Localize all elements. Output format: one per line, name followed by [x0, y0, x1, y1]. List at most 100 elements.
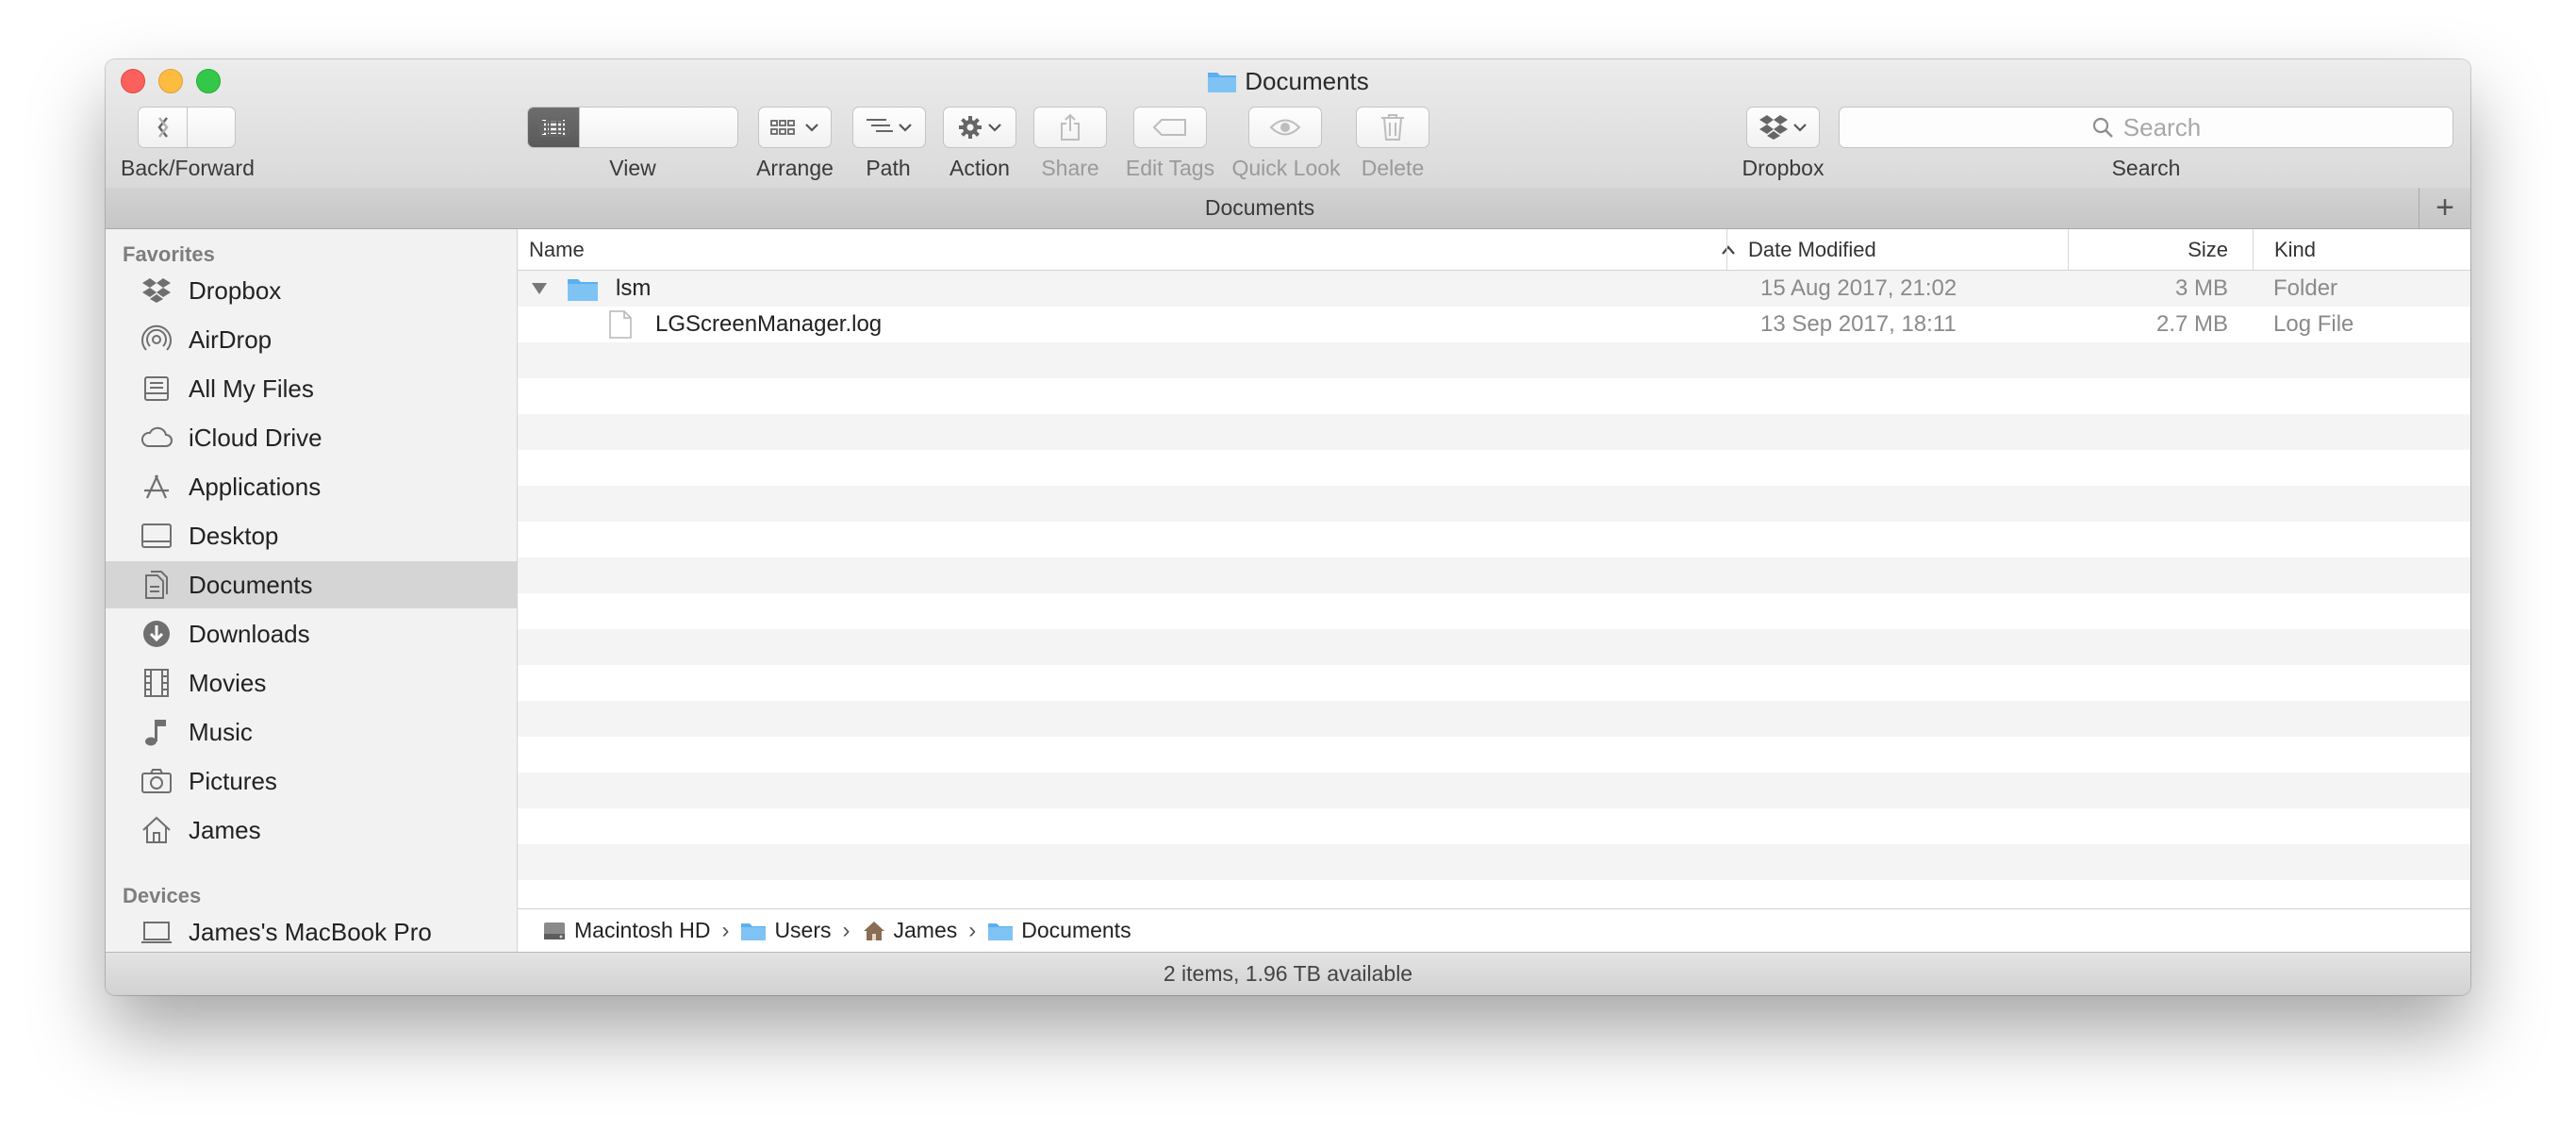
column-header-name-label: Name: [529, 238, 585, 261]
empty-row: [518, 808, 2470, 844]
arrange-grid-icon: [770, 120, 795, 135]
delete-label: Delete: [1361, 156, 1425, 180]
sidebar-item-all-my-files[interactable]: All My Files: [106, 365, 517, 412]
action-button[interactable]: [943, 107, 1016, 148]
tab-documents[interactable]: Documents: [106, 195, 2414, 221]
sidebar-item-label: iCloud Drive: [189, 423, 322, 452]
empty-row: [518, 629, 2470, 665]
quick-look-button[interactable]: [1248, 107, 1322, 148]
file-size: 3 MB: [2174, 275, 2228, 301]
empty-row: [518, 378, 2470, 414]
all-files-icon: [138, 370, 175, 407]
sidebar-item-pictures[interactable]: Pictures: [106, 757, 517, 805]
empty-row: [518, 880, 2470, 908]
path-label: Path: [866, 156, 911, 180]
empty-row: [518, 701, 2470, 737]
tab-bar: Documents +: [106, 188, 2470, 229]
status-text: 2 items, 1.96 TB available: [1163, 961, 1413, 986]
path-item-label: Macintosh HD: [574, 918, 711, 942]
view-control: [527, 107, 738, 148]
edit-tags-button[interactable]: [1133, 107, 1207, 148]
view-label: View: [609, 156, 656, 180]
path-item-label: Documents: [1021, 918, 1131, 942]
delete-button[interactable]: [1356, 107, 1429, 148]
column-header-kind[interactable]: Kind: [2253, 229, 2470, 270]
back-forward-control: [138, 107, 236, 148]
empty-row: [518, 342, 2470, 378]
table-row[interactable]: LGScreenManager.log 13 Sep 2017, 18:11 2…: [518, 307, 2470, 342]
empty-row: [518, 486, 2470, 522]
forward-button[interactable]: [139, 108, 188, 147]
sidebar-item-james[interactable]: James: [106, 806, 517, 854]
path-item-documents[interactable]: Documents: [987, 918, 1131, 943]
chevron-down-icon: [899, 124, 912, 132]
disclosure-triangle-icon[interactable]: [531, 282, 548, 295]
sidebar-item-label: James's MacBook Pro: [189, 917, 432, 946]
document-icon: [608, 310, 633, 345]
tag-icon: [1152, 119, 1186, 136]
hard-drive-icon: [544, 922, 565, 939]
arrange-label: Arrange: [756, 156, 834, 180]
sidebar-item-icloud-drive[interactable]: iCloud Drive: [106, 414, 517, 461]
empty-row: [518, 737, 2470, 773]
sidebar-item-macbook-pro[interactable]: James's MacBook Pro: [106, 908, 517, 952]
sidebar-item-label: Downloads: [189, 619, 310, 648]
sidebar-item-movies[interactable]: Movies: [106, 659, 517, 706]
share-label: Share: [1041, 156, 1099, 180]
sidebar-item-label: Music: [189, 717, 253, 746]
sidebar-item-label: Pictures: [189, 766, 277, 795]
sidebar: Favorites Dropbox AirDrop All My Files i…: [106, 229, 518, 952]
eye-icon: [1269, 119, 1301, 136]
sidebar-item-music[interactable]: Music: [106, 708, 517, 756]
share-button[interactable]: [1033, 107, 1107, 148]
file-kind: Log File: [2273, 311, 2354, 337]
sidebar-item-label: Applications: [189, 472, 322, 501]
column-header-date-modified[interactable]: Date Modified: [1726, 229, 2068, 270]
path-chevron-icon: ›: [968, 917, 977, 943]
path-chevron-icon: ›: [842, 917, 850, 943]
sidebar-item-airdrop[interactable]: AirDrop: [106, 316, 517, 363]
column-header-name[interactable]: Name: [529, 229, 1745, 270]
home-icon: [138, 811, 175, 849]
arrange-button[interactable]: [758, 107, 832, 148]
column-header-row: Name Date Modified Size Kind: [518, 229, 2470, 271]
back-forward-label: Back/Forward: [121, 156, 255, 180]
search-input[interactable]: Search: [1839, 107, 2453, 148]
sidebar-item-label: Dropbox: [189, 275, 282, 305]
edit-tags-label: Edit Tags: [1125, 156, 1215, 180]
empty-row: [518, 665, 2470, 701]
path-bar: Macintosh HD › Users › James › Documents: [518, 908, 2470, 952]
table-row[interactable]: lsm 15 Aug 2017, 21:02 3 MB Folder: [518, 271, 2470, 307]
favorites-heading: Favorites: [123, 242, 215, 266]
empty-row: [518, 844, 2470, 880]
path-chevron-icon: ›: [721, 917, 730, 943]
path-item-users[interactable]: Users: [740, 918, 832, 943]
sidebar-item-desktop[interactable]: Desktop: [106, 512, 517, 559]
file-name: lsm: [616, 275, 652, 301]
new-tab-button[interactable]: +: [2419, 188, 2470, 228]
gallery-view-button[interactable]: [528, 108, 580, 147]
sidebar-item-dropbox[interactable]: Dropbox: [106, 267, 517, 314]
path-button[interactable]: [852, 107, 926, 148]
trash-icon: [1381, 114, 1404, 141]
empty-row: [518, 522, 2470, 557]
file-size: 2.7 MB: [2155, 311, 2228, 337]
sidebar-item-downloads[interactable]: Downloads: [106, 610, 517, 657]
camera-icon: [138, 762, 175, 800]
finder-window: Documents Back/Forward View Arrange Path…: [106, 59, 2470, 995]
path-item-macintosh-hd[interactable]: Macintosh HD: [542, 918, 710, 943]
empty-row: [518, 557, 2470, 593]
empty-row: [518, 593, 2470, 629]
column-header-size[interactable]: Size: [2068, 229, 2253, 270]
dropbox-toolbar-button[interactable]: [1746, 107, 1820, 148]
sidebar-item-applications[interactable]: Applications: [106, 463, 517, 510]
sidebar-item-label: Documents: [189, 570, 313, 599]
path-item-james[interactable]: James: [862, 918, 957, 943]
home-icon: [863, 921, 884, 940]
dropbox-icon: [1759, 115, 1788, 140]
folder-icon: [988, 923, 1014, 940]
quick-look-label: Quick Look: [1231, 156, 1341, 180]
empty-row: [518, 414, 2470, 450]
sidebar-item-documents[interactable]: Documents: [106, 561, 517, 608]
window-title: Documents: [106, 67, 2470, 100]
